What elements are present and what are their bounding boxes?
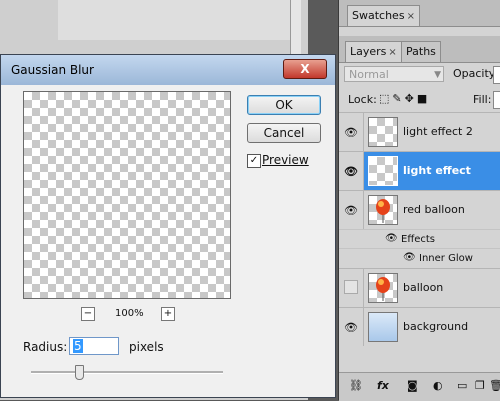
balloon-icon — [376, 199, 390, 223]
layer-name: background — [403, 320, 469, 333]
eye-icon[interactable]: 👁 — [403, 252, 416, 263]
eye-icon[interactable]: 👁 — [385, 233, 398, 244]
zoom-level: 100% — [115, 308, 144, 319]
preview-checkbox[interactable]: ✓ — [247, 154, 261, 168]
layer-thumbnail — [368, 117, 398, 147]
layer-thumbnail — [368, 156, 398, 186]
link-icon[interactable]: ⛓ — [349, 379, 363, 392]
layer-row-light-effect[interactable]: 👁 light effect — [339, 151, 500, 190]
lock-position-icon[interactable]: ✥ — [405, 92, 417, 105]
layer-row-background[interactable]: 👁 background — [339, 307, 500, 346]
zoom-in-button[interactable]: + — [161, 307, 175, 321]
panels-dock: Swatches × Layers × Paths Normal ▼ Opacity… — [338, 0, 500, 401]
opacity-label: Opacity: — [453, 67, 499, 80]
fill-label: Fill: — [473, 93, 492, 106]
balloon-icon — [376, 277, 390, 301]
plus-icon: + — [163, 308, 173, 319]
minus-icon: − — [83, 308, 93, 319]
visibility-toggle-off[interactable] — [344, 280, 358, 294]
effects-label: Effects — [401, 234, 435, 245]
fill-input[interactable] — [493, 91, 500, 109]
mask-icon[interactable]: ◙ — [407, 379, 418, 392]
layer-thumbnail — [368, 273, 398, 303]
radius-input[interactable]: 5 — [69, 337, 119, 355]
dialog-title: Gaussian Blur — [11, 63, 94, 77]
close-icon[interactable]: × — [407, 11, 415, 22]
radius-value: 5 — [73, 339, 83, 353]
tab-swatches[interactable]: Swatches × — [347, 5, 420, 26]
folder-icon[interactable]: ▭ — [457, 379, 467, 392]
lock-image-icon[interactable]: ✎ — [392, 92, 404, 105]
eye-icon[interactable]: 👁 — [344, 321, 358, 334]
opacity-input[interactable] — [493, 66, 500, 84]
cancel-button[interactable]: Cancel — [247, 123, 321, 143]
effect-name: Inner Glow — [419, 253, 473, 264]
layer-name: light effect — [403, 164, 471, 177]
lock-transparency-icon[interactable]: ⬚ — [379, 92, 392, 105]
close-icon: X — [300, 62, 310, 76]
blend-mode-value: Normal — [349, 68, 389, 81]
layer-name: light effect 2 — [403, 125, 473, 138]
adjustment-layer-icon[interactable]: ◐ — [433, 379, 443, 392]
inner-glow-row[interactable]: 👁 Inner Glow — [339, 248, 500, 268]
gaussian-blur-dialog: Gaussian Blur X − 100% + OK Cancel ✓ Pre… — [0, 54, 336, 398]
lock-all-icon[interactable]: ■ — [417, 92, 430, 105]
tab-layers-label: Layers — [350, 45, 387, 58]
eye-icon[interactable]: 👁 — [344, 204, 358, 217]
layer-row-red-balloon[interactable]: 👁 red balloon — [339, 190, 500, 229]
layer-row-balloon[interactable]: balloon — [339, 268, 500, 307]
effects-row[interactable]: 👁 Effects — [339, 229, 500, 249]
layer-thumbnail — [368, 312, 398, 342]
canvas-scrollbar[interactable] — [290, 0, 301, 60]
tab-paths-label: Paths — [406, 45, 436, 58]
tab-swatches-label: Swatches — [352, 9, 405, 22]
dialog-titlebar[interactable]: Gaussian Blur X — [1, 55, 335, 85]
layer-name: balloon — [403, 281, 444, 294]
tab-layers[interactable]: Layers × — [345, 41, 402, 62]
radius-label: Radius: — [23, 340, 68, 354]
swatches-tabbar: Swatches × — [339, 0, 500, 27]
fx-icon[interactable]: fx — [377, 379, 389, 392]
panel-divider — [339, 27, 500, 35]
visibility-cell: 👁 — [339, 191, 364, 229]
visibility-cell — [339, 269, 364, 307]
new-layer-icon[interactable]: ❐ — [475, 379, 485, 392]
visibility-cell: 👁 — [339, 308, 364, 346]
layer-row-light-effect-2[interactable]: 👁 light effect 2 — [339, 112, 500, 151]
eye-icon[interactable]: 👁 — [344, 126, 358, 139]
lock-icons-group: ⬚✎✥■ — [379, 92, 430, 105]
radius-slider-track[interactable] — [31, 371, 223, 374]
close-icon[interactable]: × — [388, 47, 396, 58]
eye-icon[interactable]: 👁 — [344, 165, 358, 178]
blend-mode-select[interactable]: Normal ▼ — [344, 66, 444, 82]
layer-name: red balloon — [403, 203, 465, 216]
zoom-out-button[interactable]: − — [81, 307, 95, 321]
visibility-cell: 👁 — [339, 152, 364, 190]
close-button[interactable]: X — [283, 59, 327, 79]
radius-slider-thumb[interactable] — [75, 365, 84, 380]
trash-icon[interactable]: 🗑 — [489, 379, 500, 392]
chevron-down-icon: ▼ — [434, 70, 441, 80]
layers-tabbar: Layers × Paths — [339, 36, 500, 63]
ok-button[interactable]: OK — [247, 95, 321, 115]
preview-area[interactable] — [23, 91, 231, 299]
document-canvas-image — [58, 0, 292, 40]
preview-label-text: Preview — [262, 153, 309, 167]
preview-label: Preview — [262, 153, 309, 167]
lock-label: Lock: — [348, 93, 377, 106]
layers-panel-footer: ⛓ fx ◙ ◐ ▭ ❐ 🗑 — [339, 372, 500, 401]
radius-unit-label: pixels — [129, 340, 164, 354]
layer-thumbnail — [368, 195, 398, 225]
tab-paths[interactable]: Paths — [401, 41, 441, 62]
visibility-cell: 👁 — [339, 113, 364, 151]
